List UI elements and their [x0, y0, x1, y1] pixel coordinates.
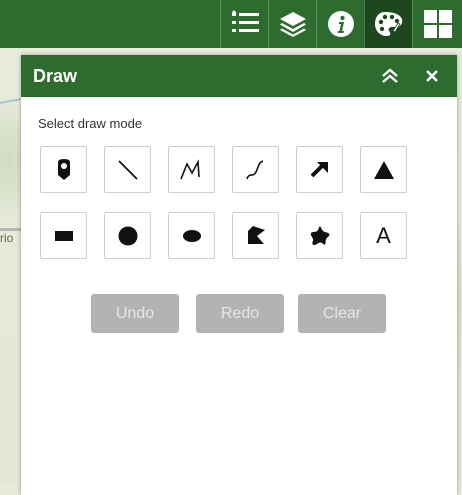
- basemap-button[interactable]: [412, 0, 462, 48]
- triangle-icon: [373, 160, 394, 179]
- close-icon: [426, 70, 438, 82]
- line-icon: [117, 159, 138, 180]
- draw-mode-rectangle[interactable]: [40, 212, 87, 259]
- arrow-icon: [310, 161, 328, 177]
- clear-button[interactable]: Clear: [298, 294, 386, 333]
- draw-mode-line[interactable]: [104, 146, 151, 193]
- legend-button[interactable]: [220, 0, 268, 48]
- polygon-icon: [247, 225, 265, 244]
- polyline-icon: [179, 158, 200, 179]
- freehand-polygon-icon: [310, 225, 329, 245]
- top-toolbar: [0, 0, 462, 48]
- info-icon: [327, 11, 354, 37]
- select-draw-mode-label: Select draw mode: [38, 116, 143, 131]
- draw-mode-polyline[interactable]: [168, 146, 215, 193]
- layers-icon: [279, 12, 306, 37]
- draw-palette-icon: [374, 12, 402, 36]
- ellipse-icon: [182, 229, 201, 242]
- draw-mode-ellipse[interactable]: [168, 212, 215, 259]
- info-button[interactable]: [316, 0, 364, 48]
- draw-mode-freehand-polygon[interactable]: [296, 212, 343, 259]
- draw-panel: Draw Select draw mode A Undo Redo Clear: [21, 55, 457, 495]
- panel-header: Draw: [21, 55, 457, 97]
- map-place-label: rio: [0, 231, 14, 245]
- point-marker-icon: [57, 158, 70, 180]
- legend-list-icon: [231, 10, 259, 32]
- panel-title: Draw: [33, 65, 78, 86]
- text-icon: A: [376, 222, 391, 248]
- close-button[interactable]: [417, 55, 447, 97]
- freehand-line-icon: [245, 159, 263, 179]
- collapse-button[interactable]: [375, 55, 405, 97]
- circle-icon: [118, 226, 137, 245]
- undo-button[interactable]: Undo: [91, 294, 179, 333]
- layers-button[interactable]: [268, 0, 316, 48]
- draw-mode-circle[interactable]: [104, 212, 151, 259]
- draw-mode-freehand-polyline[interactable]: [232, 146, 279, 193]
- draw-mode-point[interactable]: [40, 146, 87, 193]
- draw-mode-triangle[interactable]: [360, 146, 407, 193]
- basemap-grid-icon: [423, 10, 452, 38]
- draw-mode-text[interactable]: A: [360, 212, 407, 259]
- draw-button[interactable]: [364, 0, 412, 48]
- map-stream: [0, 98, 23, 114]
- redo-button[interactable]: Redo: [196, 294, 284, 333]
- draw-mode-polygon[interactable]: [232, 212, 279, 259]
- draw-mode-arrow[interactable]: [296, 146, 343, 193]
- double-chevron-up-icon: [382, 68, 398, 83]
- rectangle-icon: [54, 230, 73, 241]
